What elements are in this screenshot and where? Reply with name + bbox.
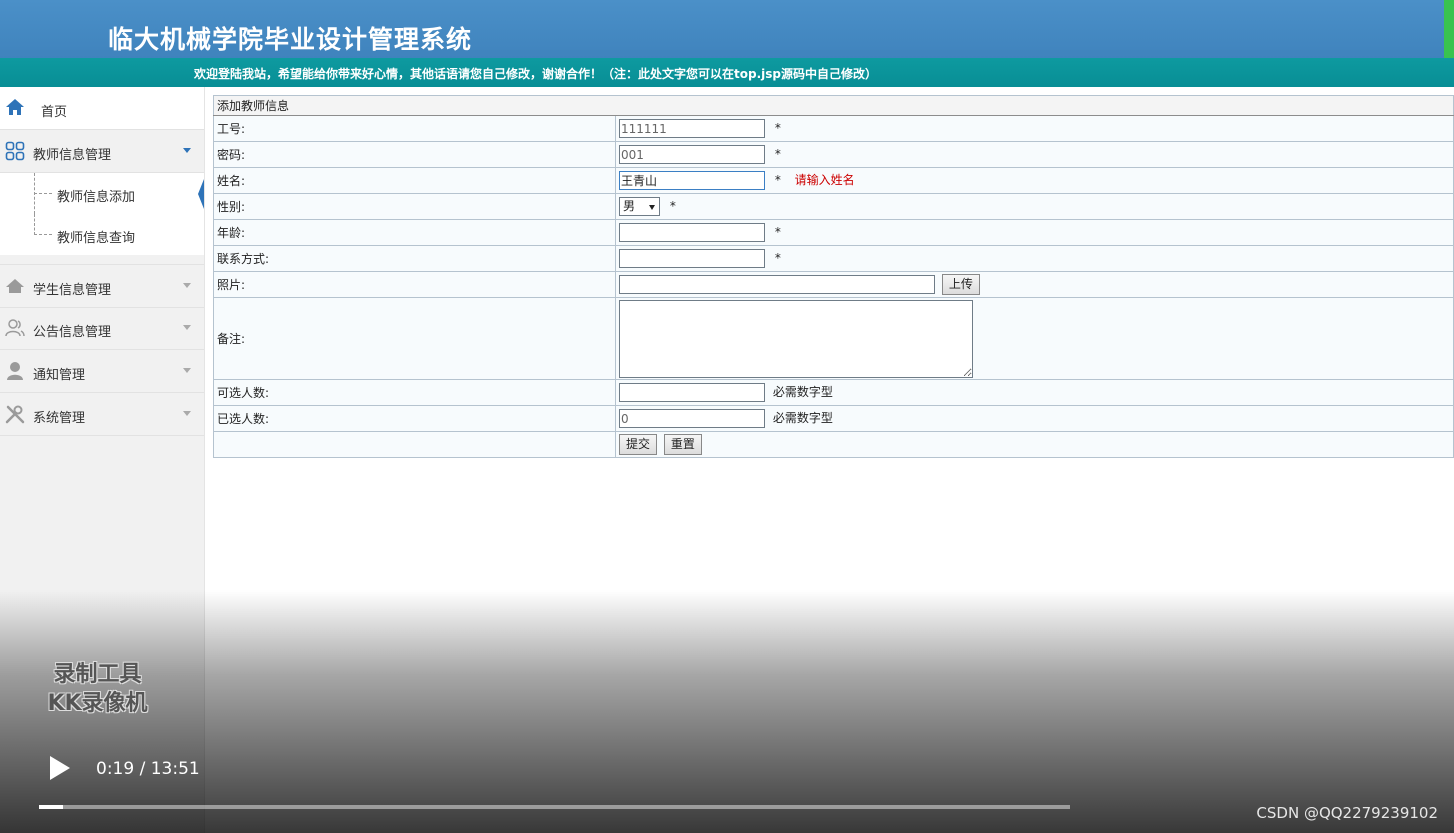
required-mark: * — [774, 225, 781, 239]
sidebar-subitem-teacher-query[interactable]: 教师信息查询 — [0, 214, 204, 255]
header-bar: 临大机械学院毕业设计管理系统 — [0, 0, 1454, 58]
reset-button[interactable]: 重置 — [663, 434, 702, 455]
grid-icon — [5, 141, 25, 161]
sidebar-item-notice[interactable]: 公告信息管理 — [0, 307, 204, 350]
selected-input[interactable] — [619, 409, 765, 428]
tools-icon — [5, 405, 25, 424]
label-age: 年龄: — [213, 219, 616, 246]
name-error-message: 请输入姓名 — [794, 173, 855, 187]
user-icon — [7, 362, 23, 380]
name-input[interactable] — [619, 171, 765, 190]
dropdown-arrow-icon — [649, 205, 655, 210]
age-input[interactable] — [619, 223, 765, 242]
form-caption: 添加教师信息 — [213, 95, 1454, 116]
gender-select[interactable]: 男 — [619, 197, 660, 216]
chevron-down-icon — [183, 411, 191, 416]
tree-branch — [34, 234, 52, 235]
sidebar-subitem-label: 教师信息添加 — [57, 190, 136, 205]
label-contact: 联系方式: — [213, 245, 616, 272]
sidebar-item-label: 首页 — [41, 105, 68, 120]
home-icon — [6, 99, 24, 115]
label-remark: 备注: — [213, 297, 616, 380]
password-input[interactable] — [619, 145, 765, 164]
label-max-select: 可选人数: — [213, 379, 616, 406]
required-mark: * — [774, 121, 781, 135]
play-icon[interactable] — [50, 756, 70, 780]
sidebar-item-teacher[interactable]: 教师信息管理 — [0, 130, 204, 173]
max-select-input[interactable] — [619, 383, 765, 402]
video-progress-bar[interactable] — [39, 805, 1070, 809]
numeric-hint: 必需数字型 — [772, 411, 833, 425]
chevron-down-icon — [183, 283, 191, 288]
remark-textarea[interactable] — [619, 299, 973, 378]
system-title: 临大机械学院毕业设计管理系统 — [108, 25, 473, 54]
required-mark: * — [774, 251, 781, 265]
window-edge — [1444, 0, 1454, 64]
recorder-watermark: 录制工具 KK录像机 — [30, 660, 165, 718]
house-icon — [6, 279, 24, 293]
empty-cell — [213, 431, 616, 458]
tree-line — [34, 214, 35, 235]
video-progress-fill — [39, 805, 63, 809]
sidebar-item-student[interactable]: 学生信息管理 — [0, 264, 204, 308]
watermark-line: KK录像机 — [47, 691, 148, 716]
teacher-form: 添加教师信息 工号: * 密码: * 姓名: * 请输入姓名 性别: 男 * — [213, 95, 1454, 458]
active-indicator — [198, 179, 204, 209]
sidebar-item-system[interactable]: 系统管理 — [0, 393, 204, 436]
sidebar-subitem-teacher-add[interactable]: 教师信息添加 — [0, 173, 204, 214]
tree-branch — [34, 193, 52, 194]
sidebar-item-label: 通知管理 — [33, 368, 86, 383]
chevron-down-icon — [183, 148, 191, 153]
label-photo: 照片: — [213, 271, 616, 298]
submit-button[interactable]: 提交 — [619, 434, 658, 455]
csdn-credit: CSDN @QQ2279239102 — [1256, 804, 1438, 822]
label-id: 工号: — [213, 115, 616, 142]
label-gender: 性别: — [213, 193, 616, 220]
label-name: 姓名: — [213, 167, 616, 194]
upload-button[interactable]: 上传 — [941, 274, 980, 295]
sidebar-item-home[interactable]: 首页 — [0, 87, 204, 130]
chevron-down-icon — [183, 368, 191, 373]
label-selected: 已选人数: — [213, 405, 616, 432]
sidebar-item-label: 教师信息管理 — [33, 148, 112, 163]
required-mark: * — [774, 173, 781, 187]
sidebar-item-label: 系统管理 — [33, 411, 86, 426]
welcome-text: 欢迎登陆我站，希望能给你带来好心情，其他话语请您自己修改，谢谢合作！（注：此处文… — [194, 67, 877, 81]
required-mark: * — [774, 147, 781, 161]
chevron-down-icon — [183, 325, 191, 330]
video-time: 0:19 / 13:51 — [96, 759, 200, 779]
photo-path-input[interactable] — [619, 275, 935, 294]
sidebar-item-label: 学生信息管理 — [33, 283, 112, 298]
required-mark: * — [669, 199, 676, 213]
video-controls-gradient — [0, 590, 1454, 833]
sidebar-item-label: 公告信息管理 — [33, 325, 112, 340]
contact-input[interactable] — [619, 249, 765, 268]
numeric-hint: 必需数字型 — [772, 385, 833, 399]
watermark-line: 录制工具 — [53, 662, 142, 687]
id-input[interactable] — [619, 119, 765, 138]
users-icon — [5, 319, 25, 337]
label-password: 密码: — [213, 141, 616, 168]
sidebar-subitem-label: 教师信息查询 — [57, 231, 136, 246]
welcome-bar: 欢迎登陆我站，希望能给你带来好心情，其他话语请您自己修改，谢谢合作！（注：此处文… — [0, 58, 1454, 87]
sidebar-item-notify[interactable]: 通知管理 — [0, 350, 204, 393]
gender-select-value: 男 — [623, 199, 636, 213]
